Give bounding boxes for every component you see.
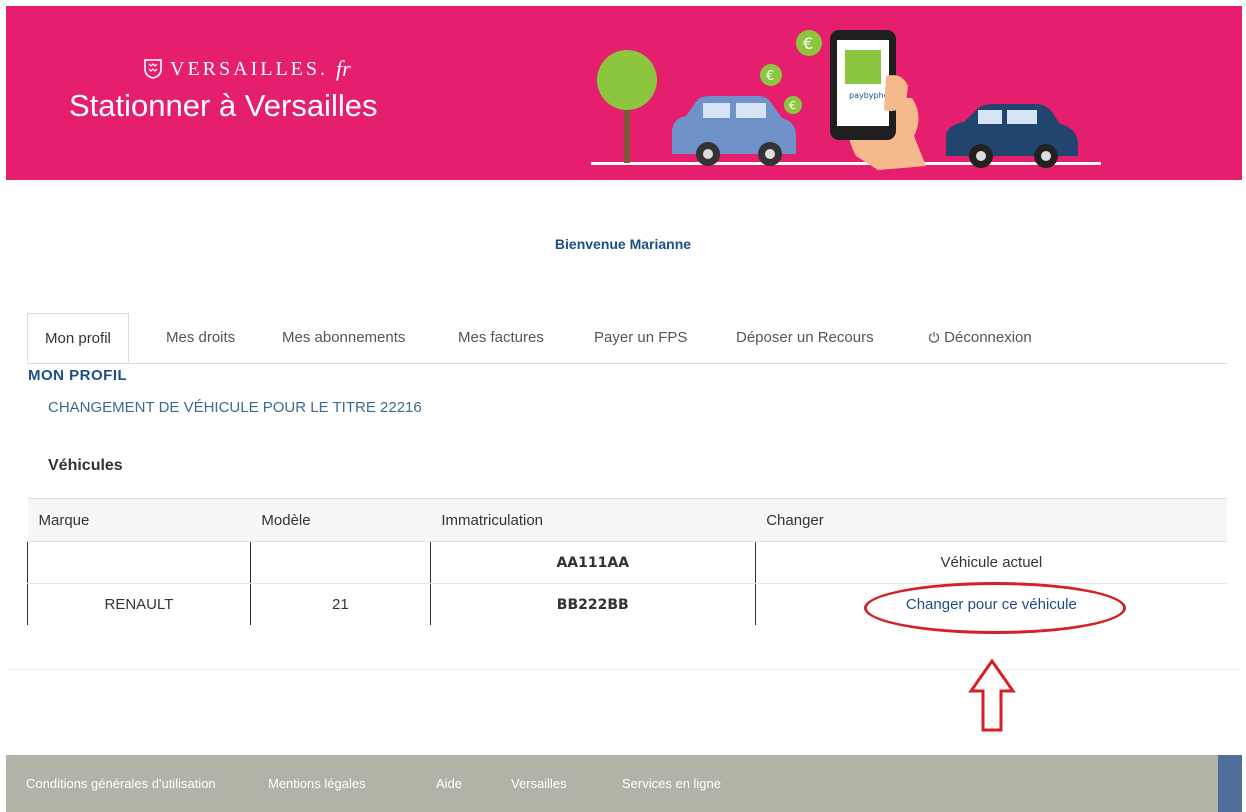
- column-header-marque: Marque: [27, 498, 251, 542]
- column-header-changer: Changer: [755, 498, 1227, 542]
- parking-illustration: € € € paybyphone: [591, 30, 1101, 170]
- cell-current-vehicle: Véhicule actuel: [754, 541, 1227, 584]
- tab-deconnexion-label: Déconnexion: [944, 329, 1032, 346]
- svg-text:€: €: [766, 69, 774, 84]
- content-divider: [6, 669, 1242, 670]
- svg-text:€: €: [803, 34, 813, 53]
- header-banner: VERSAILLES. fr Stationner à Versailles € …: [6, 6, 1242, 180]
- subsection-title: CHANGEMENT DE VÉHICULE POUR LE TITRE 222…: [48, 399, 422, 416]
- footer-link-versailles[interactable]: Versailles: [511, 755, 567, 812]
- cell-immatriculation: AA111AA: [429, 541, 756, 584]
- cell-modele: 21: [249, 583, 431, 625]
- cell-marque: RENAULT: [27, 583, 251, 625]
- car-left-icon: [672, 96, 796, 166]
- table-row: RENAULT 21 BB222BB Changer pour ce véhic…: [27, 583, 1227, 625]
- tab-deconnexion[interactable]: Déconnexion: [928, 313, 1032, 363]
- footer-link-services[interactable]: Services en ligne: [622, 755, 721, 812]
- tab-mon-profil[interactable]: Mon profil: [27, 313, 129, 363]
- tab-mes-abonnements[interactable]: Mes abonnements: [282, 313, 405, 363]
- section-title: MON PROFIL: [28, 367, 128, 384]
- tree-trunk: [624, 101, 630, 163]
- footer: Conditions générales d'utilisation Menti…: [6, 755, 1218, 812]
- up-arrow-icon: [968, 658, 1016, 732]
- tab-deposer-recours[interactable]: Déposer un Recours: [736, 313, 874, 363]
- phone-icon: paybyphone: [830, 30, 926, 170]
- cell-modele: [249, 541, 431, 584]
- vehicles-table: Marque Modèle Immatriculation Changer AA…: [27, 498, 1227, 625]
- table-header-row: Marque Modèle Immatriculation Changer: [27, 498, 1227, 542]
- footer-side-panel: [1218, 755, 1242, 812]
- cell-change: Changer pour ce véhicule: [754, 583, 1227, 625]
- vehicles-title: Véhicules: [48, 457, 123, 474]
- tab-mes-factures[interactable]: Mes factures: [458, 313, 544, 363]
- cell-immatriculation: BB222BB: [429, 583, 756, 625]
- welcome-message: Bienvenue Marianne: [554, 236, 692, 252]
- column-header-modele: Modèle: [250, 498, 431, 542]
- svg-text:€: €: [789, 99, 796, 112]
- car-right-icon: [946, 104, 1078, 168]
- cell-marque: [27, 541, 251, 584]
- power-icon: [928, 331, 940, 343]
- footer-link-mentions[interactable]: Mentions légales: [268, 755, 366, 812]
- column-header-immatriculation: Immatriculation: [430, 498, 756, 542]
- tab-payer-fps[interactable]: Payer un FPS: [594, 313, 687, 363]
- profile-tabs: Mon profil Mes droits Mes abonnements Me…: [27, 313, 1227, 364]
- tab-mes-droits[interactable]: Mes droits: [166, 313, 235, 363]
- table-row: AA111AA Véhicule actuel: [27, 541, 1227, 584]
- footer-link-aide[interactable]: Aide: [436, 755, 462, 812]
- change-vehicle-link[interactable]: Changer pour ce véhicule: [906, 596, 1077, 613]
- tree-icon: [597, 50, 657, 110]
- footer-link-cgu[interactable]: Conditions générales d'utilisation: [26, 755, 216, 812]
